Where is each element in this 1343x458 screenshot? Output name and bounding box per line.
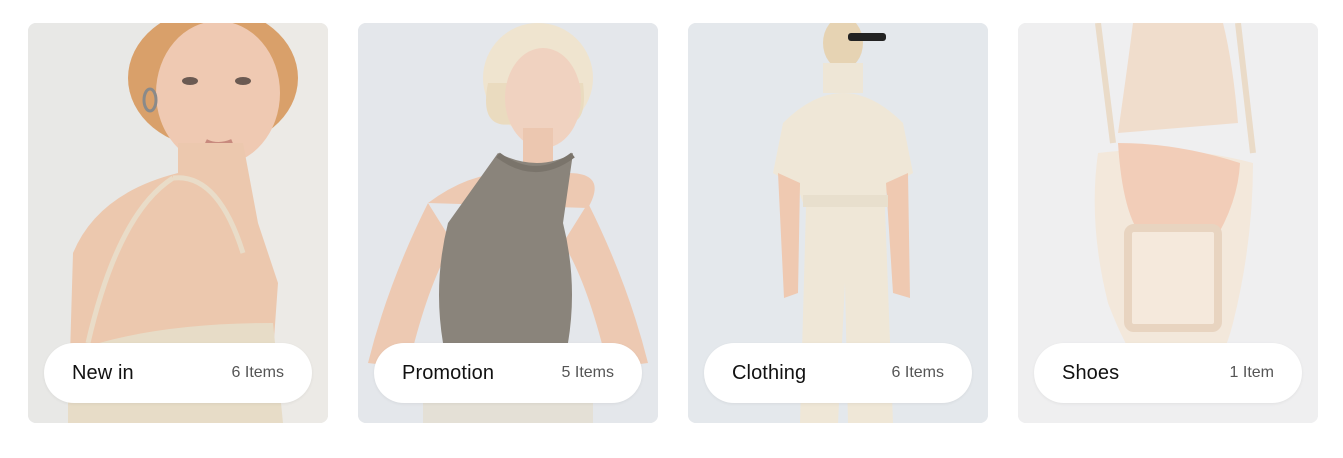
category-pill[interactable]: Promotion 5 Items: [374, 343, 642, 403]
category-pill[interactable]: Shoes 1 Item: [1034, 343, 1302, 403]
category-card-shoes[interactable]: Shoes 1 Item: [1018, 23, 1318, 423]
category-card-promotion[interactable]: Promotion 5 Items: [358, 23, 658, 423]
category-card-clothing[interactable]: Clothing 6 Items: [688, 23, 988, 423]
category-item-count: 5 Items: [561, 364, 614, 381]
category-item-count: 6 Items: [891, 364, 944, 381]
category-grid: New in 6 Items Promotion 5 Items Clothin…: [28, 23, 1318, 423]
category-card-new-in[interactable]: New in 6 Items: [28, 23, 328, 423]
category-item-count: 6 Items: [231, 364, 284, 381]
category-name: Clothing: [732, 361, 807, 384]
category-pill[interactable]: Clothing 6 Items: [704, 343, 972, 403]
category-name: New in: [72, 361, 134, 384]
category-name: Promotion: [402, 361, 495, 384]
category-item-count: 1 Item: [1229, 364, 1274, 381]
category-pill[interactable]: New in 6 Items: [44, 343, 312, 403]
category-name: Shoes: [1062, 361, 1120, 384]
